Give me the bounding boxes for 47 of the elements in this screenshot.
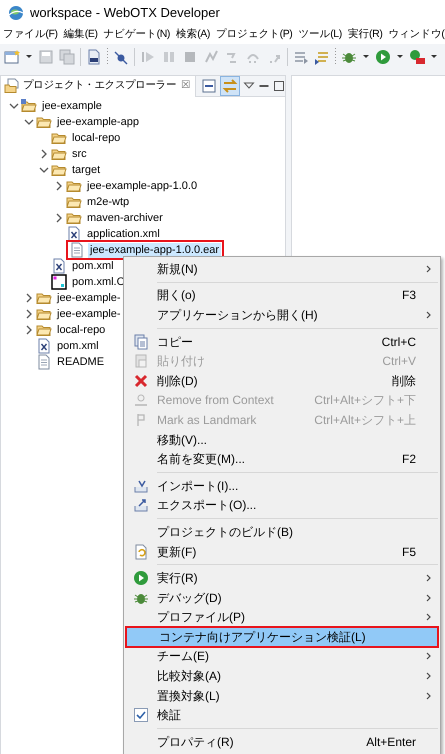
menu-item[interactable]: プロジェクトのビルド(B) (124, 522, 440, 542)
tree-item[interactable]: jee-example (40, 98, 104, 114)
menu-item[interactable]: 更新(F) F5 (124, 542, 440, 562)
menu-bar-item[interactable]: ツール(L) (298, 27, 342, 43)
menu-bar-item[interactable]: ファイル(F) (3, 27, 58, 43)
menu-item[interactable]: デバッグ(D) (124, 588, 440, 608)
menu-item[interactable]: チーム(E) (124, 646, 440, 666)
tree-item[interactable]: m2e-wtp (85, 194, 132, 210)
menu-bar-item[interactable]: 編集(E) (64, 27, 98, 43)
menu-bar-item[interactable]: ウィンドウ( (388, 27, 445, 43)
tree-item[interactable]: jee-example- (55, 306, 123, 322)
menu-bar-item[interactable]: プロジェクト(P) (216, 27, 292, 43)
menu-item[interactable]: インポート(I)... (124, 476, 440, 496)
menu-item[interactable]: 開く(o) F3 (124, 286, 440, 306)
menu-bar-item[interactable]: 検索(A) (176, 27, 210, 43)
tree-item[interactable]: pom.xml (55, 338, 101, 354)
tree-item[interactable]: application.xml (85, 226, 162, 242)
menu-item[interactable]: プロファイル(P) (124, 608, 440, 628)
menu-item[interactable]: エクスポート(O)... (124, 496, 440, 516)
tree-item[interactable]: README (55, 354, 106, 370)
tree-item[interactable]: pom.xml (70, 258, 116, 274)
tree-item[interactable]: local-repo (55, 322, 108, 338)
menu-item[interactable]: 実行(R) (124, 568, 440, 588)
menu-item[interactable]: コピー Ctrl+C (124, 332, 440, 352)
tree-item[interactable]: jee-example-app (55, 114, 141, 130)
tree-item[interactable]: jee-example-app-1.0.0.ear (88, 242, 222, 258)
menu-item[interactable]: プロパティ(R) Alt+Enter (124, 732, 440, 752)
close-tab-button[interactable]: ☒ (181, 78, 192, 94)
tree-item[interactable]: maven-archiver (85, 210, 165, 226)
tree-item[interactable]: jee-example-app-1.0.0 (85, 178, 200, 194)
tree-item[interactable]: target (70, 162, 102, 178)
menu-item[interactable]: 移動(V)... (124, 430, 440, 450)
menu-item[interactable]: 置換対象(L) (124, 686, 440, 706)
window-title: workspace - WebOTX Developer (30, 4, 220, 22)
menu-bar-item[interactable]: ナビゲート(N) (104, 27, 170, 43)
menu-bar-item[interactable]: 実行(R) (348, 27, 382, 43)
menu-item[interactable]: 新規(N) (124, 259, 440, 279)
tree-item[interactable]: src (70, 146, 89, 162)
menu-item[interactable]: 名前を変更(M)... F2 (124, 449, 440, 469)
tree-item[interactable]: local-repo (70, 130, 122, 146)
menu-item[interactable]: 比較対象(A) (124, 666, 440, 686)
menu-item[interactable]: アプリケーションから開く(H) (124, 305, 440, 325)
tree-item[interactable]: jee-example- (55, 290, 123, 306)
menu-item[interactable]: 検証 (124, 705, 440, 726)
menu-item[interactable]: 削除(D) 削除 (124, 370, 440, 391)
menu-item[interactable]: コンテナ向けアプリケーション検証(L) (126, 627, 438, 647)
view-tab[interactable]: プロジェクト・エクスプローラー ☒ (1, 76, 196, 96)
